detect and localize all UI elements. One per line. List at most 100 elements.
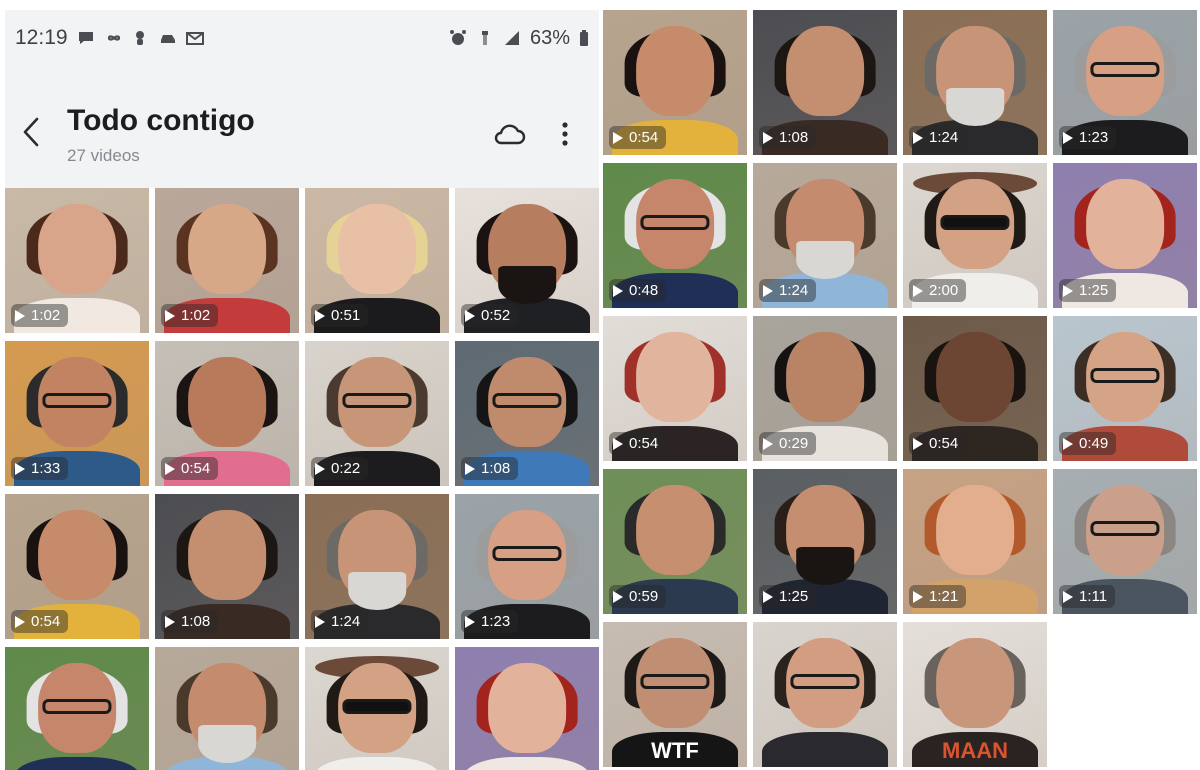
play-icon: [913, 437, 923, 450]
video-duration-badge: 1:02: [161, 304, 219, 327]
play-icon: [1063, 437, 1073, 450]
video-grid-right: 0:54 1:08 1:24 1:23 0:48 1:24 2:00 1:25 0:54 0:29…: [603, 10, 1197, 767]
video-duration-badge: 1:02: [11, 304, 69, 327]
video-duration: 2:00: [929, 282, 959, 299]
video-duration: 1:08: [481, 460, 511, 477]
shirt-print-text: WTF: [651, 738, 699, 764]
play-icon: [315, 309, 325, 322]
video-thumbnail[interactable]: 1:24: [753, 163, 897, 308]
play-icon: [763, 437, 773, 450]
beard-shape: [946, 88, 1004, 126]
beard-shape: [498, 266, 556, 304]
video-thumbnail[interactable]: WTF: [603, 622, 747, 767]
back-button[interactable]: [13, 114, 49, 154]
play-icon: [165, 309, 175, 322]
app-header: 12:19 63% Todo contigo 27 videos: [5, 10, 599, 188]
video-duration-badge: 0:54: [161, 457, 219, 480]
video-thumbnail[interactable]: 0:52: [455, 188, 599, 333]
face-shape: [188, 203, 266, 294]
play-icon: [465, 462, 475, 475]
video-duration: 1:02: [181, 307, 211, 324]
infinity-icon: [104, 29, 122, 47]
video-thumbnail[interactable]: [305, 647, 449, 770]
face-shape: [786, 25, 864, 116]
video-thumbnail[interactable]: 1:33: [5, 341, 149, 486]
play-icon: [613, 437, 623, 450]
status-left: 12:19: [15, 26, 204, 50]
video-thumbnail[interactable]: 0:49: [1053, 316, 1197, 461]
glasses-shape: [1090, 368, 1160, 383]
video-thumbnail[interactable]: 0:29: [753, 316, 897, 461]
video-thumbnail[interactable]: 0:22: [305, 341, 449, 486]
album-video-count: 27 videos: [67, 146, 140, 165]
video-thumbnail[interactable]: 0:59: [603, 469, 747, 614]
video-thumbnail[interactable]: 1:02: [155, 188, 299, 333]
battery-icon: [579, 29, 589, 47]
video-thumbnail[interactable]: 1:08: [455, 341, 599, 486]
video-duration-badge: 1:08: [759, 126, 817, 149]
video-duration-badge: 0:48: [609, 279, 667, 302]
cloud-sync-button[interactable]: [489, 118, 529, 154]
video-thumbnail[interactable]: 1:23: [1053, 10, 1197, 155]
video-duration: 1:24: [929, 129, 959, 146]
video-duration-badge: 0:54: [609, 432, 667, 455]
status-right: 63%: [449, 27, 589, 50]
video-duration-badge: 0:22: [311, 457, 369, 480]
face-shape: [338, 203, 416, 294]
glasses-shape: [640, 674, 710, 689]
video-thumbnail[interactable]: 1:08: [155, 494, 299, 639]
video-duration-badge: 1:24: [909, 126, 967, 149]
video-duration-badge: 1:25: [1059, 279, 1117, 302]
video-thumbnail[interactable]: 0:54: [603, 10, 747, 155]
video-thumbnail[interactable]: 2:00: [903, 163, 1047, 308]
video-thumbnail[interactable]: 0:54: [603, 316, 747, 461]
video-thumbnail[interactable]: [5, 647, 149, 770]
beard-shape: [348, 572, 406, 610]
video-thumbnail[interactable]: MAAN: [903, 622, 1047, 767]
video-thumbnail[interactable]: 1:08: [753, 10, 897, 155]
video-duration: 1:25: [1079, 282, 1109, 299]
play-icon: [1063, 131, 1073, 144]
video-thumbnail[interactable]: 0:54: [155, 341, 299, 486]
video-thumbnail[interactable]: [455, 647, 599, 770]
shirt-shape: [761, 732, 889, 767]
video-duration: 0:54: [629, 129, 659, 146]
video-thumbnail[interactable]: 0:54: [5, 494, 149, 639]
beard-shape: [796, 241, 854, 279]
video-duration: 0:54: [31, 613, 61, 630]
video-thumbnail[interactable]: [753, 622, 897, 767]
play-icon: [1063, 590, 1073, 603]
beard-shape: [796, 547, 854, 585]
gmail-icon: [185, 29, 204, 47]
video-duration-badge: 0:29: [759, 432, 817, 455]
video-thumbnail[interactable]: 1:25: [753, 469, 897, 614]
tree-icon: [131, 29, 149, 47]
play-icon: [913, 590, 923, 603]
video-thumbnail[interactable]: 0:54: [903, 316, 1047, 461]
empty-grid-cell: [1053, 622, 1197, 767]
play-icon: [465, 309, 475, 322]
video-thumbnail[interactable]: 1:02: [5, 188, 149, 333]
shirt-shape: WTF: [611, 732, 739, 767]
signal-icon: [503, 29, 521, 47]
video-thumbnail[interactable]: [155, 647, 299, 770]
face-shape: [936, 484, 1014, 575]
video-thumbnail[interactable]: 1:23: [455, 494, 599, 639]
video-thumbnail[interactable]: 1:24: [903, 10, 1047, 155]
video-duration: 1:23: [481, 613, 511, 630]
video-duration-badge: 0:49: [1059, 432, 1117, 455]
more-options-button[interactable]: [550, 118, 580, 154]
video-thumbnail[interactable]: 1:24: [305, 494, 449, 639]
video-duration-badge: 1:08: [461, 457, 519, 480]
video-duration: 0:29: [779, 435, 809, 452]
video-duration-badge: 0:59: [609, 585, 667, 608]
status-time: 12:19: [15, 26, 68, 49]
video-duration-badge: 1:23: [1059, 126, 1117, 149]
video-thumbnail[interactable]: 1:11: [1053, 469, 1197, 614]
video-thumbnail[interactable]: 1:21: [903, 469, 1047, 614]
video-duration: 1:24: [331, 613, 361, 630]
video-thumbnail[interactable]: 0:48: [603, 163, 747, 308]
video-thumbnail[interactable]: 1:25: [1053, 163, 1197, 308]
video-duration: 0:52: [481, 307, 511, 324]
video-thumbnail[interactable]: 0:51: [305, 188, 449, 333]
